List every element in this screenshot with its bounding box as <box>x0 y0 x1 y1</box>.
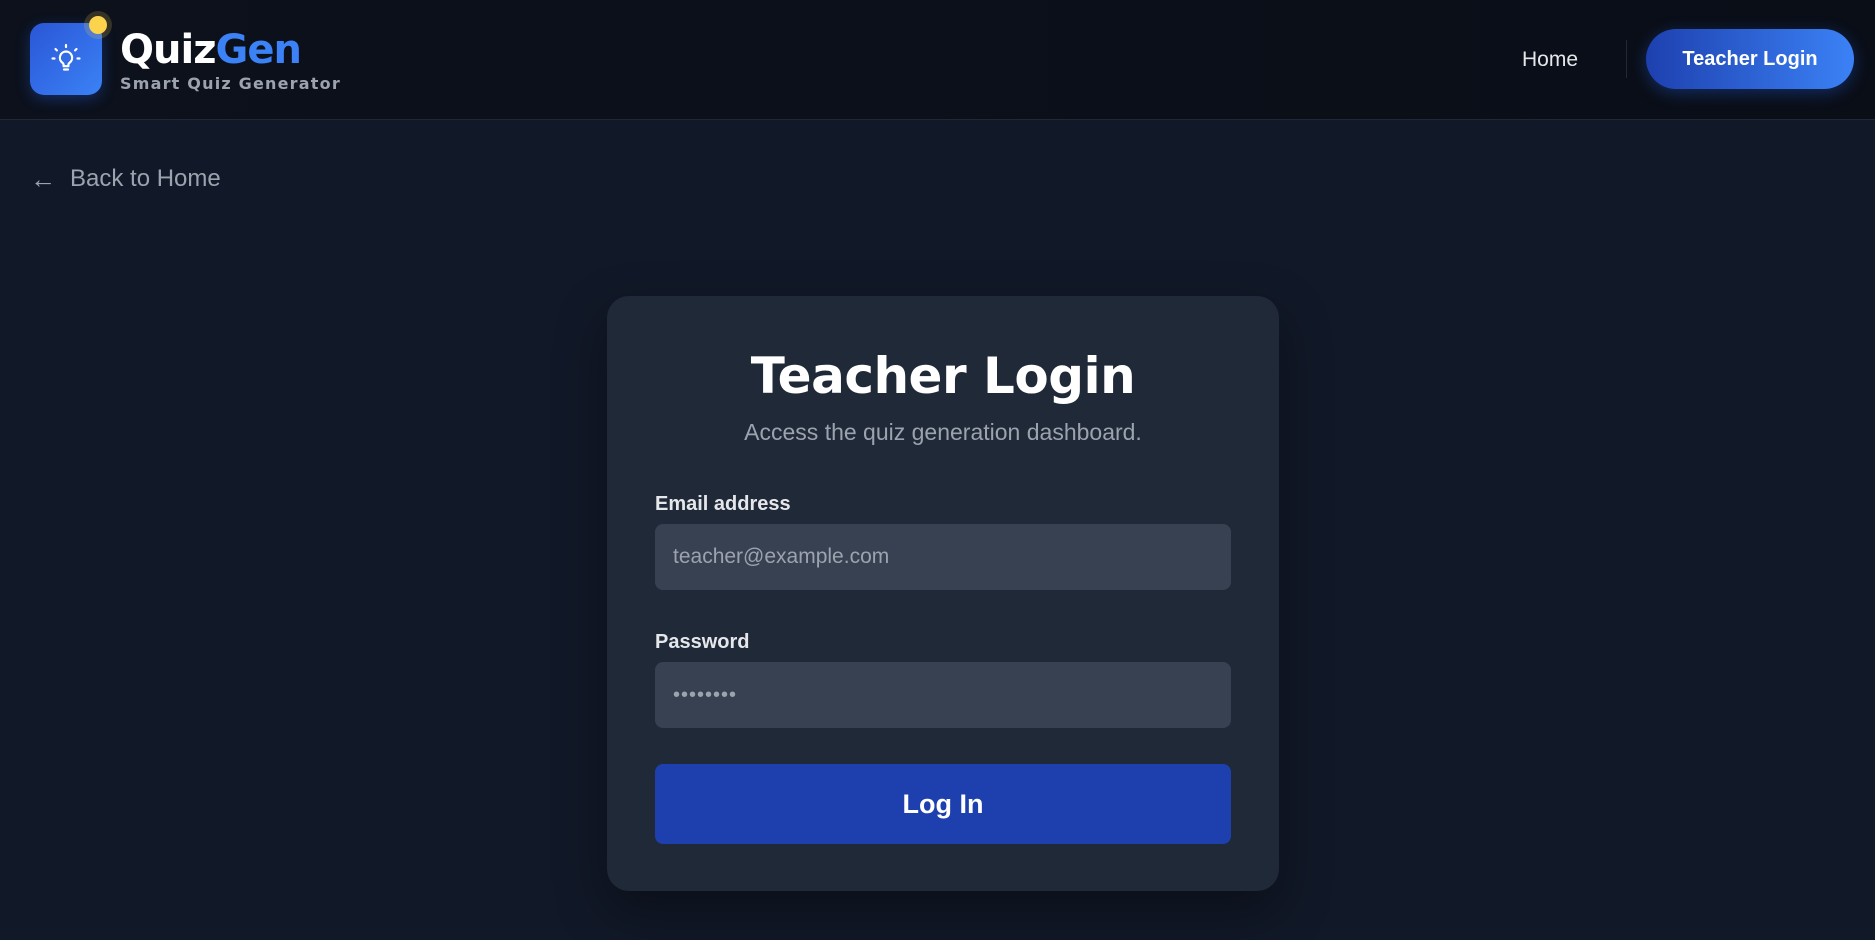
top-nav-bar: QuizGen Smart Quiz Generator Home Teache… <box>0 0 1875 120</box>
logo-badge[interactable] <box>30 23 102 95</box>
login-submit-button[interactable]: Log In <box>655 764 1231 844</box>
login-card: Teacher Login Access the quiz generation… <box>607 296 1279 891</box>
password-field[interactable] <box>655 662 1231 728</box>
email-field[interactable] <box>655 524 1231 590</box>
back-to-home-label: Back to Home <box>70 165 221 192</box>
page-title: Teacher Login <box>750 347 1136 405</box>
nav-divider <box>1626 40 1627 78</box>
nav-home-link[interactable]: Home <box>1500 42 1600 78</box>
notification-dot <box>89 16 107 34</box>
brand-tagline: Smart Quiz Generator <box>120 74 341 93</box>
lightbulb-icon <box>51 43 81 71</box>
back-to-home-link[interactable]: ← Back to Home <box>30 161 221 197</box>
brand-gen: Gen <box>215 27 301 73</box>
email-label: Email address <box>655 493 791 515</box>
brand-wordmark[interactable]: QuizGen <box>120 27 302 73</box>
password-label: Password <box>655 631 750 653</box>
nav-teacher-login-button[interactable]: Teacher Login <box>1646 29 1854 89</box>
page-subtitle: Access the quiz generation dashboard. <box>744 419 1142 445</box>
brand-quiz: Quiz <box>120 27 216 73</box>
arrow-left-icon: ← <box>30 164 56 194</box>
